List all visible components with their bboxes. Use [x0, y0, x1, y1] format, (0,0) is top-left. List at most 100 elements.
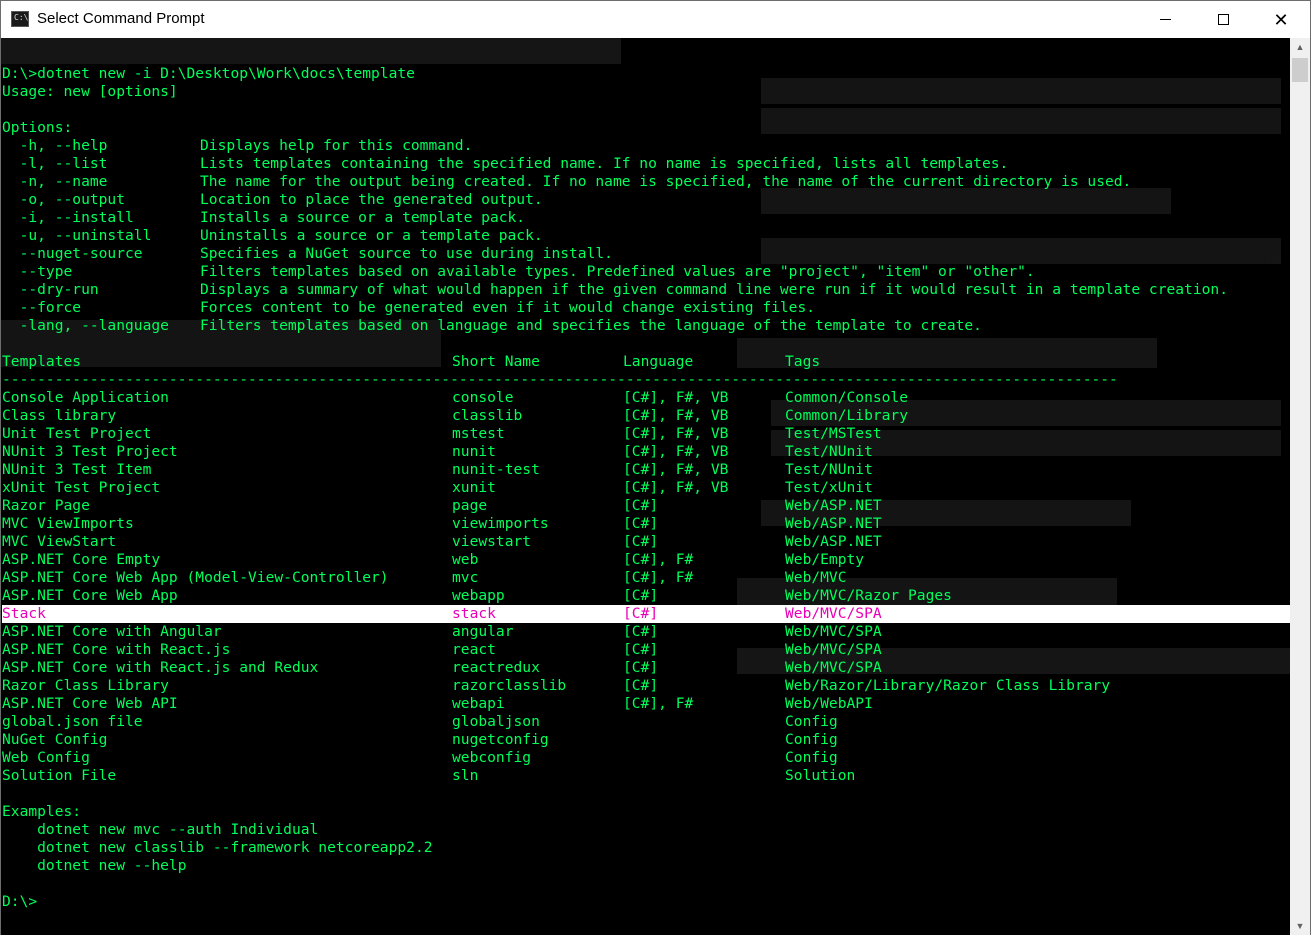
tags: Test/NUnit — [785, 461, 873, 478]
template-name: ASP.NET Core with React.js and Redux — [2, 659, 319, 676]
tags: Web/ASP.NET — [785, 497, 882, 514]
language: [C#], F# — [623, 551, 694, 568]
template-name: ASP.NET Core with Angular — [2, 623, 222, 640]
command-prompt-icon[interactable]: C:\ — [11, 11, 29, 27]
template-name: Web Config — [2, 749, 90, 766]
table-row[interactable]: ASP.NET Core with React.js and Redux reac… — [2, 659, 1290, 677]
tags: Common/Library — [785, 407, 909, 424]
header-language: Language — [623, 353, 694, 370]
option-line: --dry-run Displays a summary of what woul… — [2, 281, 1290, 299]
option-description: Installs a source or a template pack. — [200, 209, 526, 226]
option-flag: -i, --install — [2, 209, 134, 226]
table-row[interactable]: ASP.NET Core with Angular angular [C#] Web/… — [2, 623, 1290, 641]
scrollbar-thumb[interactable] — [1292, 58, 1308, 82]
table-row[interactable]: NuGet Config nugetconfig Config — [2, 731, 1290, 749]
language: [C#] — [623, 515, 659, 532]
table-row[interactable]: MVC ViewStart viewstart [C#] Web/ASP.NET — [2, 533, 1290, 551]
short-name: webapp — [452, 587, 505, 604]
option-line: -o, --output Location to place the genera… — [2, 191, 1290, 209]
table-row[interactable]: Class library classlib [C#], F#, VB Common/… — [2, 407, 1290, 425]
short-name: viewimports — [452, 515, 549, 532]
table-row[interactable]: Solution File sln Solution — [2, 767, 1290, 785]
option-description: Displays a summary of what would happen … — [200, 281, 1228, 298]
language: [C#], F#, VB — [623, 425, 729, 442]
option-flag: --type — [2, 263, 73, 280]
scroll-up-arrow-icon[interactable]: ▲ — [1290, 38, 1310, 56]
option-flag: -n, --name — [2, 173, 108, 190]
template-name: MVC ViewStart — [2, 533, 117, 550]
table-row[interactable]: NUnit 3 Test Project nunit [C#], F#, VB Tes… — [2, 443, 1290, 461]
language: [C#], F#, VB — [623, 461, 729, 478]
option-description: Uninstalls a source or a template pack. — [200, 227, 543, 244]
app-icon-text: C:\ — [14, 13, 29, 22]
table-row[interactable]: Web Config webconfig Config — [2, 749, 1290, 767]
example-line: dotnet new --help — [2, 857, 187, 874]
table-row[interactable]: Console Application console [C#], F#, VB Co… — [2, 389, 1290, 407]
short-name: webconfig — [452, 749, 532, 766]
table-row[interactable]: ASP.NET Core Web App webapp [C#] Web/MVC/Ra… — [2, 587, 1290, 605]
table-row-selected[interactable]: Stack stack [C#] Web/MVC/SPA — [2, 605, 1290, 623]
tags: Web/MVC/SPA — [785, 605, 882, 622]
template-name: Razor Class Library — [2, 677, 169, 694]
language: [C#] — [623, 641, 659, 658]
tags: Web/MVC/SPA — [785, 623, 882, 640]
tags: Web/MVC — [785, 569, 847, 586]
maximize-button[interactable] — [1194, 1, 1252, 38]
template-name: Stack — [2, 605, 46, 622]
tags: Web/MVC/SPA — [785, 659, 882, 676]
table-row[interactable]: ASP.NET Core with React.js react [C#] Web/M… — [2, 641, 1290, 659]
tags: Web/Empty — [785, 551, 865, 568]
short-name: mstest — [452, 425, 505, 442]
short-name: react — [452, 641, 496, 658]
options-header: Options: — [2, 119, 73, 136]
tags: Solution — [785, 767, 856, 784]
language: [C#] — [623, 605, 659, 622]
examples-header: Examples: — [2, 803, 82, 820]
prompt-line[interactable]: D:\> — [2, 893, 1290, 911]
table-row[interactable]: Unit Test Project mstest [C#], F#, VB Test/… — [2, 425, 1290, 443]
tags: Test/MSTest — [785, 425, 882, 442]
option-description: Displays help for this command. — [200, 137, 473, 154]
table-row[interactable]: NUnit 3 Test Item nunit-test [C#], F#, VB T… — [2, 461, 1290, 479]
table-row[interactable]: MVC ViewImports viewimports [C#] Web/ASP.NE… — [2, 515, 1290, 533]
option-flag: --dry-run — [2, 281, 99, 298]
tags: Common/Console — [785, 389, 909, 406]
template-name: NUnit 3 Test Item — [2, 461, 152, 478]
table-row[interactable]: ASP.NET Core Web App (Model-View-Control… — [2, 569, 1290, 587]
tags: Web/Razor/Library/Razor Class Library — [785, 677, 1111, 694]
vertical-scrollbar[interactable]: ▲ ▼ — [1290, 38, 1310, 935]
usage-line: Usage: new [options] — [2, 83, 178, 100]
close-icon: ✕ — [1273, 9, 1289, 30]
table-row[interactable]: xUnit Test Project xunit [C#], F#, VB Test/… — [2, 479, 1290, 497]
option-line: -l, --list Lists templates containing the… — [2, 155, 1290, 173]
tags: Web/WebAPI — [785, 695, 873, 712]
option-line: --nuget-source Specifies a NuGet source t… — [2, 245, 1290, 263]
option-description: Location to place the generated output. — [200, 191, 543, 208]
table-row[interactable]: ASP.NET Core Web API webapi [C#], F# Web/We… — [2, 695, 1290, 713]
header-short-name: Short Name — [452, 353, 540, 370]
terminal-lines: D:\>dotnet new -i D:\Desktop\Work\docs\t… — [2, 65, 1290, 911]
table-row[interactable]: Razor Page page [C#] Web/ASP.NET — [2, 497, 1290, 515]
option-description: Filters templates based on available typ… — [200, 263, 1035, 280]
table-row[interactable]: global.json file globaljson Config — [2, 713, 1290, 731]
template-name: NUnit 3 Test Project — [2, 443, 178, 460]
template-name: Class library — [2, 407, 117, 424]
option-line: -n, --name The name for the output being … — [2, 173, 1290, 191]
close-button[interactable]: ✕ — [1252, 1, 1310, 38]
examples-list: dotnet new mvc --auth Individual dotnet … — [2, 821, 1290, 875]
option-line: -i, --install Installs a source or a temp… — [2, 209, 1290, 227]
table-row[interactable]: ASP.NET Core Empty web [C#], F# Web/Empty — [2, 551, 1290, 569]
language: [C#], F#, VB — [623, 389, 729, 406]
title-bar[interactable]: C:\ Select Command Prompt ✕ — [1, 1, 1310, 38]
language: [C#] — [623, 677, 659, 694]
minimize-icon — [1159, 19, 1171, 20]
scroll-down-arrow-icon[interactable]: ▼ — [1290, 917, 1310, 935]
tags: Web/ASP.NET — [785, 533, 882, 550]
table-row[interactable]: Razor Class Library razorclasslib [C#] Web/… — [2, 677, 1290, 695]
terminal-output[interactable]: D:\>dotnet new -i D:\Desktop\Work\docs\t… — [1, 38, 1290, 935]
templates-table: Console Application console [C#], F#, VB Co… — [2, 389, 1290, 785]
minimize-button[interactable] — [1136, 1, 1194, 38]
tags: Web/ASP.NET — [785, 515, 882, 532]
